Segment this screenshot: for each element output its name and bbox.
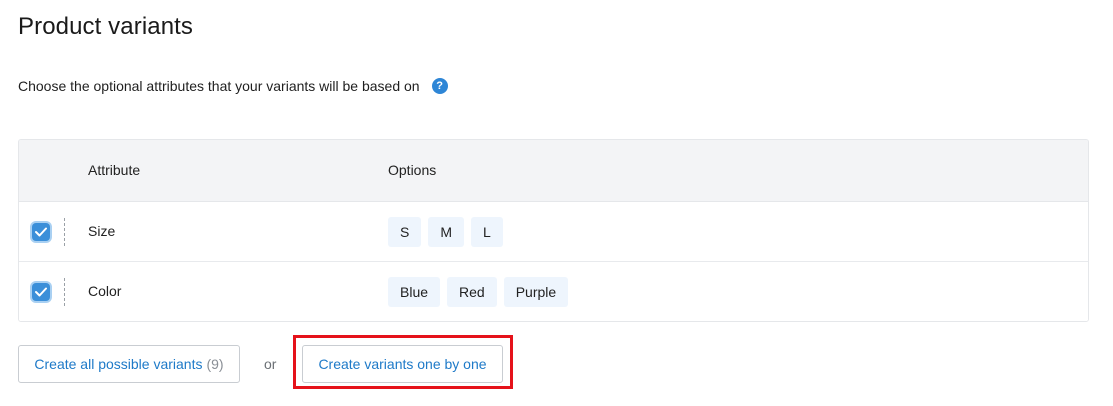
option-chip[interactable]: L: [471, 217, 503, 247]
or-separator: or: [264, 356, 277, 372]
size-checkbox[interactable]: [32, 223, 50, 241]
color-options: Blue Red Purple: [388, 277, 569, 307]
attribute-name: Size: [88, 223, 116, 239]
question-mark-icon[interactable]: ?: [431, 78, 448, 94]
option-chip[interactable]: S: [388, 217, 422, 247]
checkmark-icon: [35, 287, 47, 297]
create-variants-one-by-one-button[interactable]: Create variants one by one: [302, 345, 503, 383]
subtitle-row: Choose the optional attributes that your…: [18, 78, 448, 94]
product-variants-page: Product variants Choose the optional att…: [0, 0, 1113, 406]
page-title: Product variants: [18, 13, 194, 40]
option-chip[interactable]: Blue: [388, 277, 441, 307]
checkmark-icon: [35, 227, 47, 237]
table-header: Attribute Options: [19, 140, 1088, 202]
column-header-options: Options: [388, 162, 437, 178]
create-all-label: Create all possible variants: [34, 356, 203, 372]
column-header-attribute: Attribute: [88, 162, 141, 178]
option-chip[interactable]: Red: [447, 277, 497, 307]
drag-handle[interactable]: [64, 218, 71, 246]
color-checkbox[interactable]: [32, 283, 50, 301]
create-one-label: Create variants one by one: [318, 356, 487, 372]
table-row-size: Size S M L: [19, 202, 1088, 262]
create-all-variants-button[interactable]: Create all possible variants (9): [18, 345, 240, 383]
table-row-color: Color Blue Red Purple: [19, 262, 1088, 321]
drag-handle[interactable]: [64, 278, 71, 306]
option-chip[interactable]: Purple: [503, 277, 569, 307]
attribute-name: Color: [88, 283, 122, 299]
option-chip[interactable]: M: [428, 217, 465, 247]
attributes-table: Attribute Options Size S M L Color Blue …: [18, 139, 1089, 322]
variant-count: (9): [206, 356, 224, 372]
subtitle-text: Choose the optional attributes that your…: [18, 78, 420, 94]
size-options: S M L: [388, 217, 503, 247]
